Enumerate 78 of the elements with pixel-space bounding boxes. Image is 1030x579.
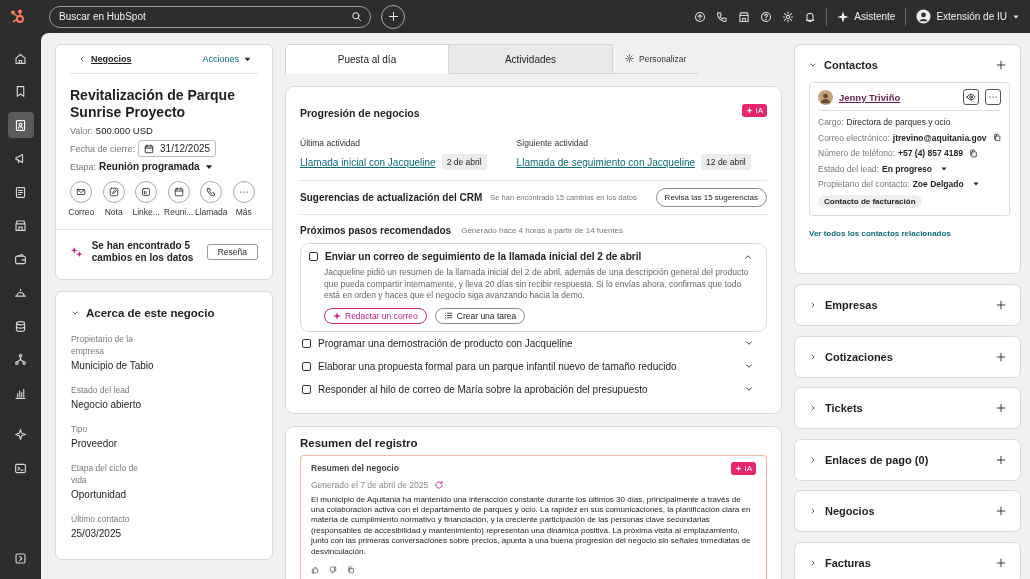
property-label: Estado del lead (71, 384, 131, 396)
property-label: Tipo (71, 423, 89, 435)
association-section[interactable]: Enlaces de pago (0) (794, 438, 1021, 481)
step-description: Jacqueline pidió un resumen de la llamada inicial del 2 de abril, además de una descripción general del producto que pueda compartir internamente, y lleva 20 días sin recibir respuesta. Si lo envías ahora, confirmas que todo está en orden y haces que el negocio siga avanzando hacia la demo. (324, 267, 750, 302)
customize-button[interactable]: Personalizar (613, 44, 699, 74)
search-field[interactable]: Buscar en HubSpot (49, 5, 371, 28)
date-field[interactable]: 31/12/2025 (138, 140, 217, 157)
stage-dropdown[interactable]: Reunión programada (99, 161, 214, 172)
field-value: En progreso (881, 163, 933, 174)
draft-email-button[interactable]: Redactar un correo (324, 307, 427, 324)
field-label: Número de teléfono: (818, 148, 896, 158)
field-label: Valor: (70, 125, 93, 136)
panel-title: Resumen del negocio (311, 463, 399, 473)
field-label: Correo electrónico: (818, 132, 890, 143)
card-title: Resumen del registro (300, 436, 419, 449)
field-value: jtrevino@aquitania.gov (892, 132, 987, 143)
property-value: Proveedor (71, 438, 119, 449)
activity-button[interactable]: Correo (65, 181, 98, 217)
activity-label: Última actividad (300, 138, 361, 148)
field-value: 500.000 USD (95, 125, 153, 136)
activity-link[interactable]: Llamada de seguimiento con Jacqueline (516, 156, 696, 168)
field-value: Directora de parques y ocio (846, 117, 951, 127)
contact-tag: Contacto de facturación (818, 194, 922, 208)
association-section[interactable]: Tickets (794, 387, 1021, 429)
property-value: 25/03/2025 (71, 528, 123, 539)
field-label: Estado del lead: (818, 163, 879, 174)
ai-badge: IA (731, 461, 756, 475)
ai-badge: IA (742, 103, 767, 117)
field-label: Propietario del contacto: (818, 179, 910, 189)
activity-button[interactable]: Nota (97, 181, 130, 217)
review-button[interactable]: Reseña (206, 244, 258, 260)
field-value: Zoe Delgado (912, 179, 964, 189)
section-toggle[interactable]: Contactos (809, 59, 1006, 71)
field-value: +57 (4) 857 4189 (898, 148, 963, 158)
association-section[interactable]: Empresas (794, 284, 1021, 326)
step-title: Elaborar una propuesta formal para un parque infantil nuevo de tamaño reducido (318, 360, 677, 372)
field-label: Fecha de cierre: (70, 143, 136, 154)
activity-button[interactable]: Linke... (129, 181, 163, 217)
card-title: Progresión de negocios (300, 107, 420, 119)
property-value: Oportunidad (71, 489, 128, 500)
summary-text: El municipio de Aquitania ha mantenido una interacción constante durante los últimos 30 días, principalmente a través de una colaboración activa con el departamento de parques y ocio. La rapidez en sus comunicaciones, la planificación clara en materia de cumplimiento normativo y financiación, y la creciente participación de las personas clave secundarias (responsables de accesibilidad y mantenimiento) representan una dinámica positiva. La próxima visita al emplazamiento, junto con las primeras conversaciones sobre precios, apunta a una buena progresión del negocio sin señales inmediatas de desvinculación. (311, 494, 752, 557)
review-suggestions-button[interactable]: Revisa las 15 sugerencias (655, 188, 767, 207)
property-value: Negocio abierto (71, 399, 143, 410)
back-link[interactable]: Negocios (91, 54, 132, 64)
association-section[interactable]: Negocios (794, 490, 1021, 532)
tab[interactable]: Puesta al día (285, 44, 449, 74)
property-label: Propietario de la empresa (71, 333, 134, 357)
step-title: Enviar un correo de seguimiento de la llamada inicial del 2 de abril (325, 251, 642, 262)
contact-name-link[interactable]: Jenny Triviño (839, 91, 901, 103)
section-title: Próximos pasos recomendados (300, 225, 452, 236)
property-label: Último contacto (71, 513, 131, 525)
date-chip: 2 de abril (441, 154, 487, 170)
activity-button[interactable]: Reuni... (162, 181, 195, 217)
generated-date: Generado el 7 de abril de 2025 (311, 479, 429, 490)
assistant-button[interactable]: Asistente (837, 10, 896, 23)
view-all-contacts-link[interactable]: Ver todos los contactos relacionados (809, 228, 1006, 238)
insight-text: Se han encontrado 5 cambios en los datos (91, 240, 195, 264)
property-value: Municipio de Tabio (71, 360, 155, 371)
tab[interactable]: Actividades (449, 44, 613, 74)
section-title: Sugerencias de actualización del CRM (300, 192, 483, 203)
section-note: Generado hace 4 horas a partir de 14 fuentes (461, 226, 624, 235)
activity-button[interactable]: Más (227, 181, 261, 217)
activity-button[interactable]: Llamada (194, 181, 228, 217)
field-label: Cargo: (818, 117, 844, 127)
actions-menu[interactable]: Acciones (202, 54, 252, 64)
create-task-button[interactable]: Crear una tarea (434, 307, 526, 324)
activity-link[interactable]: Llamada inicial con Jacqueline (300, 156, 436, 168)
account-menu[interactable]: Extensión de IU (916, 9, 1020, 24)
step-title: Responder al hilo de correo de María sobre la aprobación del presupuesto (318, 383, 648, 395)
activity-label: Siguiente actividad (516, 138, 589, 148)
property-label: Etapa del ciclo de vida (71, 462, 140, 486)
date-chip: 12 de abril (701, 154, 751, 170)
step-title: Programar una demostración de producto con Jacqueline (318, 337, 573, 349)
association-section[interactable]: Facturas (794, 541, 1021, 579)
section-toggle[interactable]: Acerca de este negocio (71, 307, 215, 319)
association-section[interactable]: Cotizaciones (794, 335, 1021, 378)
field-label: Etapa: (70, 161, 97, 172)
deal-title: Revitalización de Parque Sunrise Proyecto (70, 87, 236, 121)
